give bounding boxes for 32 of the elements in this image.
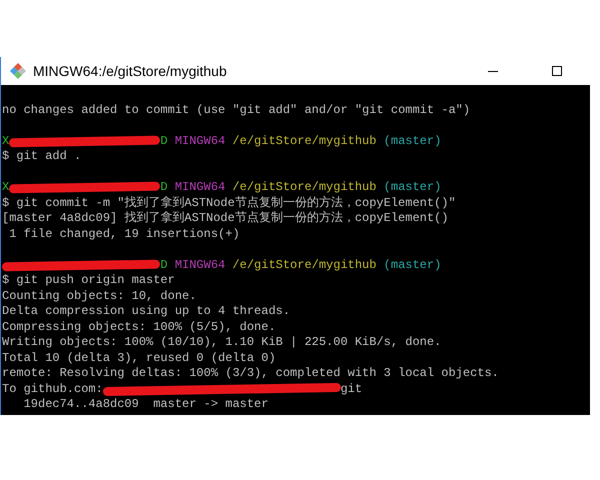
terminal-text: $ git commit -m "找到了拿到ASTNode节点复制一份的方法，copyElement()"	[2, 196, 456, 210]
terminal-text: X	[2, 134, 10, 149]
terminal-text: $ git add .	[2, 149, 82, 164]
terminal-text: no changes added to commit (use "git add" and/or "git commit -a")	[2, 102, 470, 118]
terminal-text: /e/gitStore/mygithub	[231, 180, 376, 196]
terminal-text: 1 file changed, 19 insertions(+)	[8, 226, 240, 242]
terminal-text: Counting objects: 10, done.	[2, 288, 196, 304]
git-logo-icon	[9, 62, 27, 80]
terminal-text: (master)	[382, 258, 442, 273]
terminal-text: Total 10 (delta 3), reused 0 (delta 0)	[2, 350, 276, 366]
terminal-text: D	[160, 258, 168, 273]
terminal-text: MINGW64	[174, 258, 226, 273]
maximize-icon	[551, 65, 563, 77]
terminal-text: $ git push origin master	[2, 273, 175, 288]
terminal-text: Writing objects: 100% (10/10), 1.10 KiB | 225.00 KiB/s, done.	[2, 335, 442, 350]
terminal-text: (master)	[382, 180, 442, 196]
terminal-text: (master)	[382, 134, 442, 149]
terminal-text: MINGW64	[174, 180, 226, 196]
terminal-text: [master 4a8dc09] 找到了拿到ASTNode节点复制一份的方法，copyElement()	[2, 211, 448, 226]
terminal-text: X	[2, 180, 10, 196]
terminal-text: MINGW64	[174, 134, 226, 149]
terminal-text: 19dec74..4a8dc09 master -> master	[22, 397, 268, 412]
terminal-text: git	[340, 382, 362, 397]
terminal-text: D	[160, 134, 168, 149]
terminal-text: Compressing objects: 100% (5/5), done.	[2, 320, 276, 335]
terminal-text: To github.com:	[2, 382, 103, 397]
terminal-text: D	[160, 180, 168, 196]
terminal-text: Delta compression using up to 4 threads.	[2, 304, 290, 320]
terminal-text: /e/gitStore/mygithub	[231, 134, 376, 149]
terminal-text: remote: Resolving deltas: 100% (3/3), completed with 3 local objects.	[2, 366, 499, 382]
window-title: MINGW64:/e/gitStore/mygithub	[33, 63, 228, 79]
terminal-text: /e/gitStore/mygithub	[231, 258, 376, 273]
